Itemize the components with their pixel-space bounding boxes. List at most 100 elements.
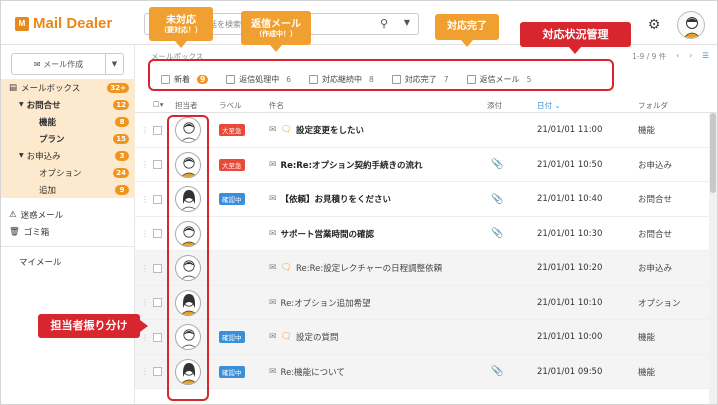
row-checkbox[interactable] — [153, 355, 162, 389]
col-assignee[interactable]: 担当者 — [175, 100, 198, 111]
next-page-icon[interactable]: › — [689, 51, 692, 62]
subject-cell[interactable]: ✉ Re:オプション追加希望 — [269, 286, 371, 320]
scrollbar[interactable] — [709, 113, 717, 404]
prev-page-icon[interactable]: ‹ — [676, 51, 679, 62]
top-icons: ⚙ — [645, 11, 705, 39]
row-checkbox[interactable] — [153, 320, 162, 354]
count-badge: 12 — [113, 99, 129, 110]
date-cell: 21/01/01 09:50 — [537, 366, 603, 377]
count-badge: 3 — [115, 150, 129, 161]
count-badge: 32+ — [107, 82, 129, 93]
date-cell: 21/01/01 10:40 — [537, 194, 603, 204]
sidebar-item-inquiry[interactable]: ▼ お問合せ 12 — [1, 96, 135, 113]
table-row[interactable]: ⋮ 確認中 ✉ 🗨 設定の質問 21/01/01 10:00 機能 — [135, 320, 717, 355]
table-row[interactable]: ⋮ 大至急 ✉ 🗨 設定変更をしたい 21/01/01 11:00 機能 — [135, 113, 717, 148]
user-avatar[interactable] — [677, 11, 705, 39]
row-checkbox[interactable] — [153, 148, 162, 182]
sidebar-item-trash[interactable]: 🗑 ゴミ箱 — [1, 223, 135, 240]
sidebar-item-features[interactable]: 機能 8 — [1, 113, 135, 130]
drag-handle-icon[interactable]: ⋮ — [141, 286, 149, 320]
search-icon[interactable]: ⚲ — [380, 17, 388, 30]
row-checkbox[interactable] — [153, 251, 162, 285]
attachment-icon[interactable]: 📎 — [491, 366, 503, 377]
sidebar-item-mailbox[interactable]: ▤ メールボックス 32+ — [1, 79, 135, 96]
date-cell: 21/01/01 10:30 — [537, 228, 603, 239]
sidebar-item-my-mail[interactable]: マイメール — [1, 253, 135, 270]
sidebar-item-label: 機能 — [39, 117, 57, 128]
label-tag[interactable]: 大至急 — [219, 124, 245, 136]
table-header: ☐▾ 担当者 ラベル 件名 添付 日付 ⌄ フォルダ — [135, 97, 717, 113]
sidebar-item-application[interactable]: ▼ お申込み 3 — [1, 147, 135, 164]
table-row[interactable]: ⋮ ✉ 🗨 Re:Re:設定レクチャーの日程調整依頼 21/01/01 10:20 お申込… — [135, 251, 717, 286]
drag-handle-icon[interactable]: ⋮ — [141, 148, 149, 182]
folder-cell: お申込み — [638, 160, 673, 171]
attachment-icon[interactable]: 📎 — [491, 228, 503, 239]
sidebar-item-spam[interactable]: ⚠ 迷惑メール — [1, 206, 135, 223]
subject-cell[interactable]: ✉ 🗨 設定の質問 — [269, 320, 339, 354]
caret-down-icon: ▼ — [19, 101, 24, 108]
callout-done: 対応完了 — [435, 14, 499, 40]
subject-cell[interactable]: ✉ 🗨 Re:Re:設定レクチャーの日程調整依頼 — [269, 251, 442, 285]
subject-cell[interactable]: ✉ サポート営業時間の確認 — [269, 217, 374, 251]
sidebar-item-label: 追加 — [39, 185, 57, 196]
row-checkbox[interactable] — [153, 182, 162, 216]
sidebar-item-label: お申込み — [26, 151, 61, 162]
divider — [1, 246, 135, 247]
label-tag[interactable]: 確認中 — [219, 193, 245, 205]
sidebar-item-plan[interactable]: プラン 15 — [1, 130, 135, 147]
mail-status-icon: ✉ — [269, 297, 277, 308]
col-date[interactable]: 日付 ⌄ — [537, 100, 561, 111]
label-cell: 確認中 — [219, 182, 245, 216]
compose-button[interactable]: ✉ メール作成 ▼ — [11, 53, 124, 75]
mail-status-icon: ✉ — [269, 159, 277, 170]
attachment-cell: 📎 — [491, 182, 503, 216]
callout-status: 対応状況管理 — [520, 22, 631, 47]
list-view-icon[interactable]: ☰ — [702, 51, 709, 62]
chevron-down-icon[interactable]: ▼ — [404, 18, 410, 27]
attachment-icon[interactable]: 📎 — [491, 194, 503, 205]
subject-cell[interactable]: ✉ Re:Re:オプション契約手続きの流れ — [269, 148, 422, 182]
folder-cell: オプション — [638, 298, 681, 309]
table-row[interactable]: ⋮ 確認中 ✉ Re:機能について 📎 21/01/01 09:50 機能 — [135, 354, 717, 389]
col-folder[interactable]: フォルダ — [638, 100, 668, 111]
subject-cell[interactable]: ✉ Re:機能について — [269, 355, 345, 389]
table-row[interactable]: ⋮ ✉ Re:オプション追加希望 21/01/01 10:10 オプション — [135, 285, 717, 320]
table-row[interactable]: ⋮ ✉ サポート営業時間の確認 📎 21/01/01 10:30 お問合せ — [135, 217, 717, 251]
drag-handle-icon[interactable]: ⋮ — [141, 217, 149, 251]
row-checkbox[interactable] — [153, 113, 162, 147]
drag-handle-icon[interactable]: ⋮ — [141, 182, 149, 216]
sidebar-item-option[interactable]: オプション 24 — [1, 164, 135, 181]
drag-handle-icon[interactable]: ⋮ — [141, 251, 149, 285]
label-tag[interactable]: 確認中 — [219, 331, 245, 343]
subject-cell[interactable]: ✉ 【依頼】お見積りをください — [269, 182, 391, 216]
gear-icon[interactable]: ⚙ — [645, 16, 663, 34]
subject-text: 【依頼】お見積りをください — [280, 195, 392, 205]
attachment-icon[interactable]: 📎 — [491, 159, 503, 170]
subject-cell[interactable]: ✉ 🗨 設定変更をしたい — [269, 113, 364, 147]
drag-handle-icon[interactable]: ⋮ — [141, 113, 149, 147]
col-attachment[interactable]: 添付 — [487, 100, 502, 111]
compose-dropdown-icon[interactable]: ▼ — [105, 54, 123, 74]
speech-bubble-icon: 🗨 — [280, 332, 292, 342]
col-subject[interactable]: 件名 — [269, 100, 284, 111]
table-row[interactable]: ⋮ 確認中 ✉ 【依頼】お見積りをください 📎 21/01/01 10:40 お問合せ — [135, 182, 717, 217]
sidebar-item-label: オプション — [39, 168, 82, 179]
drag-handle-icon[interactable]: ⋮ — [141, 355, 149, 389]
app-logo[interactable]: M Mail Dealer — [15, 15, 112, 32]
select-all-checkbox[interactable]: ☐▾ — [153, 100, 164, 109]
subject-text: 設定変更をしたい — [295, 126, 364, 136]
main-panel: メールボックス 1-9 / 9 件 ‹ › ☰ 新着 9 返信処理中 6 対応継… — [135, 45, 717, 404]
table-row[interactable]: ⋮ 大至急 ✉ Re:Re:オプション契約手続きの流れ 📎 21/01/01 10:50 お… — [135, 148, 717, 182]
row-checkbox[interactable] — [153, 286, 162, 320]
row-checkbox[interactable] — [153, 217, 162, 251]
col-label[interactable]: ラベル — [219, 100, 242, 111]
mail-status-icon: ✉ — [269, 366, 277, 377]
label-tag[interactable]: 確認中 — [219, 365, 245, 378]
sidebar-item-addition[interactable]: 追加 9 — [1, 181, 135, 198]
scrollbar-thumb[interactable] — [710, 113, 716, 193]
status-filter-highlight — [148, 59, 614, 91]
label-tag[interactable]: 大至急 — [219, 158, 245, 171]
date-cell: 21/01/01 10:20 — [537, 263, 603, 273]
pager-text: 1-9 / 9 件 — [632, 52, 667, 61]
count-badge: 24 — [113, 167, 129, 178]
